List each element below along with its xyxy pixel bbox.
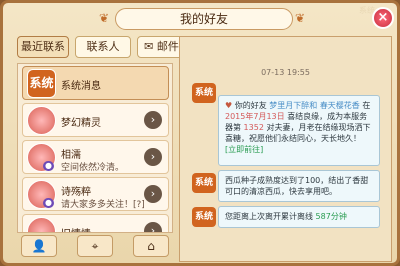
mail-icon: ✉ (144, 40, 154, 53)
avatar (27, 217, 56, 232)
home-button[interactable]: ⌂ (133, 235, 169, 257)
dialog-frame: 系统 ❦ 我的好友 ❦ × 最近联系 联系人 ✉ 邮件 系统 系统消息 梦幻精灵… (0, 0, 400, 266)
add-friend-icon: 👤 (31, 239, 47, 253)
tab-mail-label: 邮件 (156, 40, 179, 53)
go-now-link[interactable]: [立即前往] (225, 145, 263, 154)
chevron-right-icon[interactable]: › (144, 222, 162, 232)
location-icon: ⌖ (91, 239, 99, 253)
message-text: 你的好友 (234, 101, 267, 110)
chevron-right-icon[interactable]: › (144, 185, 162, 203)
list-item-contact[interactable]: 梦幻精灵 › (22, 103, 169, 137)
friend-name-link[interactable]: 梦里月下醉和 (269, 101, 317, 110)
contact-name: 旧情愫 (61, 225, 91, 232)
title-decoration-right-icon: ❦ (295, 11, 306, 25)
close-icon: × (377, 10, 389, 25)
tab-contacts-label: 联系人 (86, 40, 120, 53)
friend-name-link[interactable]: 春天樱花香 (320, 101, 360, 110)
contact-status: 请大家多多关注！[?] (61, 200, 145, 210)
contact-name: 系统消息 (61, 81, 101, 92)
level-badge-icon: ● (43, 161, 54, 171)
title-decoration-left-icon: ❦ (99, 11, 110, 25)
heart-icon: ♥ (225, 101, 233, 110)
contact-status: 空间依然冷清。 (61, 163, 125, 173)
message-text: 西瓜种子成熟度达到了100，结出了香甜可口的清凉西瓜，快去享用吧。 (225, 176, 369, 196)
system-message-avatar: 系统 (192, 207, 216, 227)
close-button[interactable]: × (372, 7, 394, 29)
window-title: 我的好友 (115, 8, 293, 30)
contact-list[interactable]: 系统 系统消息 梦幻精灵 › ● 相濡 空间依然冷清。 › ● 诗殇粹 请大家多… (17, 63, 173, 233)
home-icon: ⌂ (147, 239, 155, 253)
message-highlight: 2015年7月13日 (225, 112, 285, 121)
chevron-right-icon[interactable]: › (144, 111, 162, 129)
tab-recent-label: 最近联系 (21, 40, 65, 53)
bottom-toolbar: 👤 ⌖ ⌂ (17, 233, 173, 259)
chevron-right-icon[interactable]: › (144, 148, 162, 166)
message-text: 您距离上次离开累计离线 (225, 212, 313, 221)
avatar (27, 106, 56, 135)
tab-recent[interactable]: 最近联系 (17, 36, 69, 58)
message-highlight: 1352 (243, 123, 264, 132)
chat-timestamp: 07-13 19:55 (261, 68, 310, 77)
message-bubble: ♥ 你的好友 梦里月下醉和 春天樱花香 在 2015年7月13日 喜结良缘，成为… (218, 95, 380, 166)
list-item-system[interactable]: 系统 系统消息 (22, 66, 169, 100)
message-text: 在 (362, 101, 371, 110)
message-highlight: 587分钟 (315, 212, 347, 221)
contact-name: 梦幻精灵 (61, 118, 101, 129)
list-item-contact[interactable]: ● 相濡 空间依然冷清。 › (22, 140, 169, 174)
list-item-contact[interactable]: ● 诗殇粹 请大家多多关注！[?] › (22, 177, 169, 211)
chat-panel[interactable]: 07-13 19:55 系统 ♥ 你的好友 梦里月下醉和 春天樱花香 在 201… (179, 36, 392, 262)
message-bubble: 您距离上次离开累计离线 587分钟 (218, 206, 380, 228)
contact-name: 相濡 (61, 150, 81, 161)
system-message-avatar: 系统 (192, 83, 216, 103)
level-badge-icon: ● (43, 198, 54, 208)
contact-name: 诗殇粹 (61, 187, 91, 198)
add-friend-button[interactable]: 👤 (21, 235, 57, 257)
system-avatar: 系统 (27, 69, 56, 98)
tab-contacts[interactable]: 联系人 (75, 36, 131, 58)
message-bubble: 西瓜种子成熟度达到了100，结出了香甜可口的清凉西瓜，快去享用吧。 (218, 170, 380, 202)
location-button[interactable]: ⌖ (77, 235, 113, 257)
system-message-avatar: 系统 (192, 173, 216, 193)
list-item-contact[interactable]: 旧情愫 › (22, 214, 169, 232)
